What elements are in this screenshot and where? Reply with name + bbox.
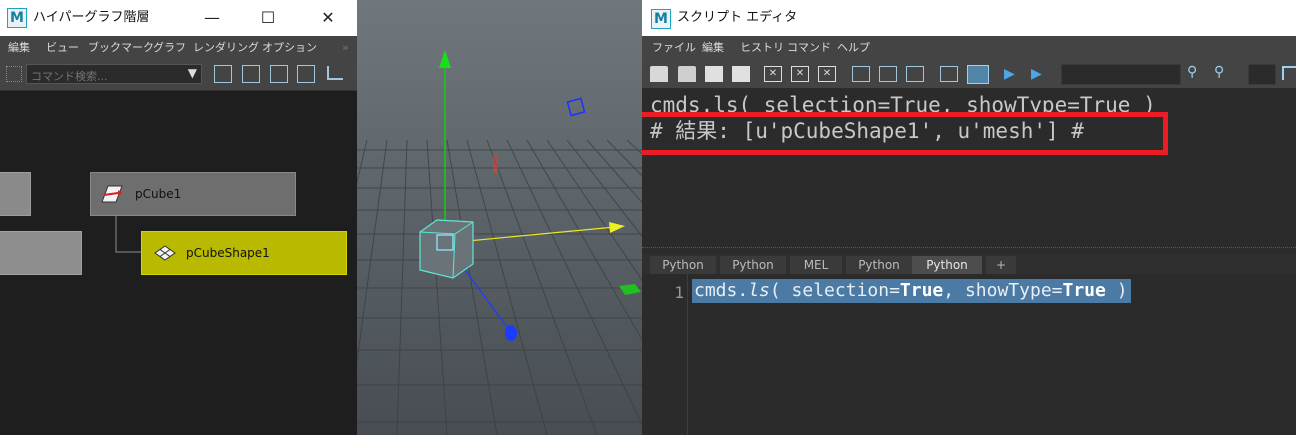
mesh-shape-icon — [154, 245, 176, 261]
transform-node-icon — [101, 185, 123, 203]
menu-edit[interactable]: 編集 — [8, 36, 30, 60]
open-script-icon[interactable] — [650, 66, 668, 82]
frame-branch-icon[interactable] — [297, 65, 315, 83]
command-search[interactable]: ▼ — [26, 64, 202, 86]
menu-rendering[interactable]: レンダリング — [193, 36, 259, 60]
node-pcubeshape1[interactable]: pCubeShape1 — [141, 231, 347, 275]
result-highlight-box — [642, 112, 1168, 155]
viewport-3d[interactable] — [357, 0, 642, 435]
code-keyword: True — [899, 280, 944, 301]
viewport-scene — [357, 0, 642, 435]
clear-input-icon[interactable]: ✕ — [791, 66, 809, 82]
code-module: cmds. — [694, 280, 749, 301]
maya-logo-icon: M — [7, 8, 27, 28]
frame-all-icon[interactable] — [214, 65, 232, 83]
menu-edit[interactable]: 編集 — [702, 36, 724, 60]
save-to-shelf-icon[interactable] — [732, 66, 750, 82]
pane-splitter[interactable] — [642, 247, 1296, 250]
command-search-input[interactable] — [27, 68, 185, 86]
menu-view[interactable]: ビュー — [46, 36, 79, 60]
clear-all-icon[interactable]: ✕ — [818, 66, 836, 82]
window-title: ハイパーグラフ階層 — [33, 10, 150, 25]
frame-selection-icon[interactable] — [242, 65, 260, 83]
search-field[interactable] — [1061, 64, 1181, 85]
window-title: スクリプト エディタ — [677, 10, 798, 25]
line-number: 1 — [674, 283, 684, 302]
code-keyword: True — [1062, 280, 1106, 301]
execute-all-icon[interactable]: ▶ — [1031, 66, 1042, 82]
graph-node-partial[interactable] — [0, 172, 31, 216]
graph-node-partial[interactable] — [0, 231, 82, 275]
line-numbers-icon[interactable] — [967, 65, 989, 84]
hierarchy-mode-icon[interactable] — [327, 66, 343, 80]
source-script-icon[interactable] — [678, 66, 696, 82]
search-down-icon[interactable]: ⚲ — [1187, 64, 1197, 80]
hypergraph-menubar: 編集 ビュー ブックマーク グラフ レンダリング オプション » — [0, 36, 357, 60]
echo-commands-icon[interactable] — [940, 66, 958, 82]
z-axis-arrow-icon — [505, 325, 517, 341]
dropdown-arrow-icon[interactable]: ▼ — [188, 66, 197, 80]
tab-python-1[interactable]: Python — [650, 256, 716, 274]
execute-selection-icon[interactable]: ▶ — [1004, 66, 1015, 82]
menu-command[interactable]: コマンド — [787, 36, 831, 60]
maximize-icon[interactable]: ☐ — [248, 0, 288, 36]
xy-plane-icon — [493, 155, 498, 173]
menu-overflow-icon[interactable]: » — [342, 36, 349, 60]
drag-handle-icon[interactable] — [6, 66, 22, 82]
goto-line-icon[interactable] — [1282, 66, 1296, 80]
node-pcube1[interactable]: pCube1 — [90, 172, 296, 216]
clear-history-icon[interactable]: ✕ — [764, 66, 782, 82]
hypergraph-window: M ハイパーグラフ階層 — ☐ ✕ 編集 ビュー ブックマーク グラフ レンダリ… — [0, 0, 357, 435]
node-label: pCubeShape1 — [186, 246, 270, 260]
minimize-icon[interactable]: — — [192, 0, 232, 36]
script-editor-window: M スクリプト エディタ ファイル 編集 ヒストリ コマンド ヘルプ ✕ ✕ ✕… — [642, 0, 1296, 435]
script-tabs-bar: Python Python MEL Python Python + — [642, 254, 1296, 274]
search-up-icon[interactable]: ⚲ — [1214, 64, 1224, 80]
script-editor-menubar: ファイル 編集 ヒストリ コマンド ヘルプ — [642, 36, 1296, 60]
close-icon[interactable]: ✕ — [308, 0, 348, 36]
script-editor-toolbar: ✕ ✕ ✕ ▶ ▶ ⚲ ⚲ — [642, 60, 1296, 88]
menu-graph[interactable]: グラフ — [153, 36, 186, 60]
node-label: pCube1 — [135, 187, 182, 201]
show-both-icon[interactable] — [906, 66, 924, 82]
tab-python-2[interactable]: Python — [720, 256, 786, 274]
tab-python-3[interactable]: Python — [846, 256, 912, 274]
goto-line-field[interactable] — [1248, 64, 1276, 85]
tab-add-button[interactable]: + — [986, 256, 1016, 274]
show-history-icon[interactable] — [852, 66, 870, 82]
cube-mesh — [419, 219, 474, 279]
script-editor-title-bar: M スクリプト エディタ — [642, 0, 1296, 36]
menu-help[interactable]: ヘルプ — [837, 36, 870, 60]
code-close: ) — [1105, 280, 1128, 301]
menu-bookmarks[interactable]: ブックマーク — [88, 36, 154, 60]
code-line-selected[interactable]: cmds.ls( selection=True, showType=True ) — [692, 279, 1131, 303]
save-script-icon[interactable] — [705, 66, 723, 82]
code-args-1: ( selection= — [769, 280, 900, 301]
menu-options[interactable]: オプション — [262, 36, 317, 60]
tab-python-4[interactable]: Python — [912, 256, 982, 274]
hypergraph-title-bar: M ハイパーグラフ階層 — ☐ ✕ — [0, 0, 357, 36]
show-input-icon[interactable] — [879, 66, 897, 82]
menu-file[interactable]: ファイル — [652, 36, 696, 60]
code-args-2: , showType= — [943, 280, 1063, 301]
code-function: ls — [748, 280, 770, 301]
menu-history[interactable]: ヒストリ — [740, 36, 784, 60]
tab-mel[interactable]: MEL — [790, 256, 842, 274]
frame-hierarchy-icon[interactable] — [270, 65, 288, 83]
maya-logo-icon: M — [651, 9, 671, 29]
hypergraph-toolbar: ▼ — [0, 60, 357, 91]
